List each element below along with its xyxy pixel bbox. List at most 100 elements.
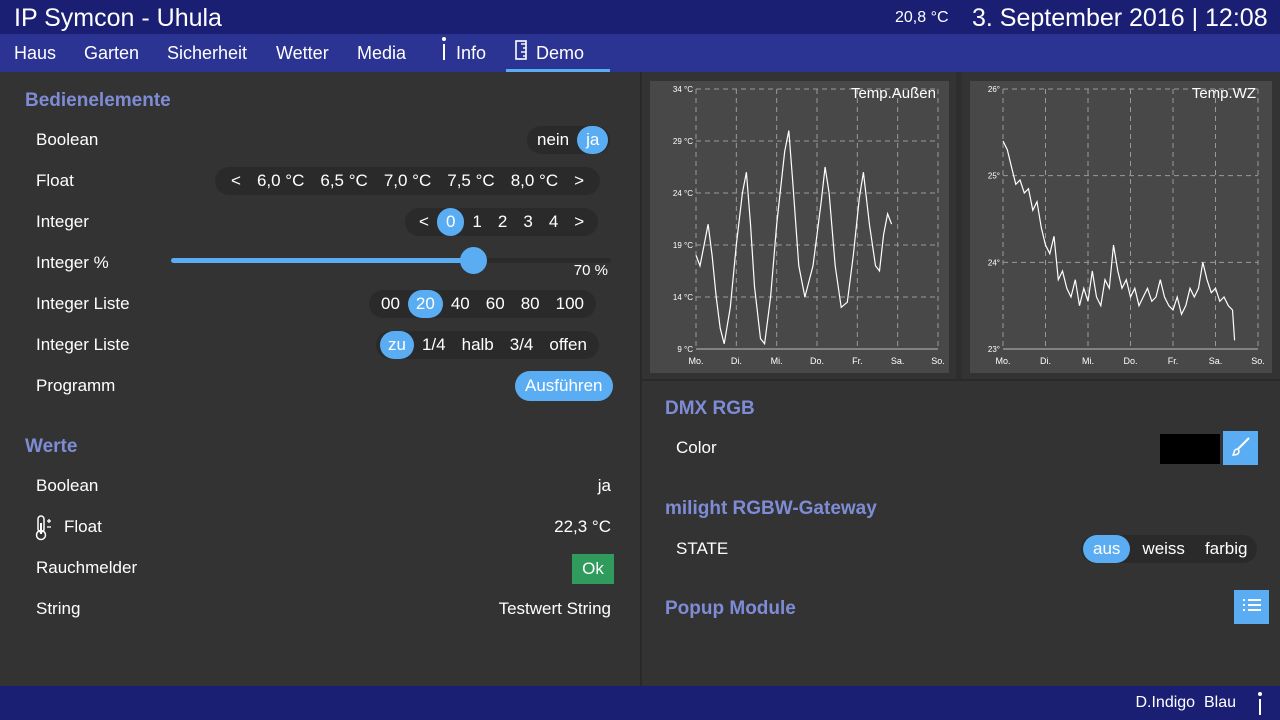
x-tick-label: Mi. (1082, 356, 1094, 366)
state-option-farbig[interactable]: farbig (1197, 535, 1256, 563)
tab-label: Media (357, 43, 407, 63)
chart-title: Temp.Außen (851, 85, 936, 102)
float-option[interactable]: 7,5 °C (439, 167, 502, 195)
tab-label: Info (456, 43, 487, 63)
footer-bar: D.Indigo Blau (0, 686, 1280, 720)
thermometer-icon (34, 515, 52, 546)
integer-liste-2-option[interactable]: 1/4 (414, 331, 454, 359)
x-tick-label: Mo. (995, 356, 1010, 366)
bedienelemente-heading: Bedienelemente (25, 90, 171, 111)
tab-demo[interactable]: Demo (506, 34, 610, 72)
x-tick-label: So. (1251, 356, 1265, 366)
slider-fill (171, 258, 474, 263)
float-prev-button[interactable]: < (223, 167, 249, 195)
integer-prev-button[interactable]: < (411, 208, 437, 236)
tab-media[interactable]: Media (349, 34, 414, 72)
dmx-color-label: Color (676, 438, 717, 457)
boolean-option-nein[interactable]: nein (529, 126, 577, 154)
chart-separator (956, 72, 962, 380)
ausfuehren-button[interactable]: Ausführen (515, 371, 613, 401)
integer-next-button[interactable]: > (566, 208, 592, 236)
tab-garten[interactable]: Garten (76, 34, 147, 72)
temp-aussen-chart-svg: 9 °C 14 °C 19 °C 24 °C 29 °C 34 °C Mo. Di. Mi. Do… (673, 85, 945, 366)
integer-pct-label: Integer % (36, 253, 109, 272)
x-tick-label: Sa. (1209, 356, 1223, 366)
x-tick-label: Sa. (891, 356, 905, 366)
y-tick-label: 9 °C (677, 345, 693, 354)
boolean-label: Boolean (36, 130, 99, 149)
boolean-toggle: nein ja (527, 126, 611, 154)
y-tick-label: 23° (988, 345, 1000, 354)
info-icon[interactable] (1256, 691, 1264, 720)
integer-pct-value: 70 % (573, 262, 608, 279)
programm-label: Programm (36, 376, 116, 395)
float-option[interactable]: 7,0 °C (376, 167, 439, 195)
footer-theme-name: Blau (1203, 694, 1236, 711)
series-line (1002, 140, 1236, 341)
info-icon (440, 35, 448, 73)
integer-liste-option[interactable]: 40 (443, 290, 478, 318)
tab-haus[interactable]: Haus (6, 34, 64, 72)
float-option[interactable]: 6,0 °C (249, 167, 312, 195)
y-tick-label: 24° (988, 258, 1000, 267)
integer-liste-2-option[interactable]: offen (541, 331, 595, 359)
temp-wz-chart-svg: 23° 24° 25° 26° Mo. Di. Mi. Do. Fr. Sa. So. Temp.WZ (988, 85, 1265, 366)
integer-option[interactable]: 0 (436, 208, 465, 236)
integer-liste-2-option[interactable]: 3/4 (502, 331, 542, 359)
chart-temp-aussen[interactable]: 9 °C 14 °C 19 °C 24 °C 29 °C 34 °C Mo. Di. Mi. Do… (650, 81, 949, 373)
state-selector: aus weiss farbig (1081, 535, 1258, 563)
integer-liste-2-option[interactable]: zu (380, 331, 414, 359)
werte-string-label: String (36, 599, 81, 618)
integer-selector: < 0 1 2 3 4 > (405, 208, 599, 236)
tab-label: Garten (84, 43, 140, 63)
title-bar: IP Symcon - Uhula 20,8 °C 3. September 2… (0, 0, 1280, 34)
integer-option[interactable]: 3 (515, 208, 540, 236)
footer-theme[interactable]: D.Indigo Blau (1135, 694, 1236, 712)
integer-pct-slider[interactable] (171, 247, 611, 274)
float-selector: < 6,0 °C 6,5 °C 7,0 °C 7,5 °C 8,0 °C > (215, 167, 601, 195)
state-label: STATE (676, 539, 729, 558)
x-tick-label: Fr. (1168, 356, 1179, 366)
integer-liste-2-option[interactable]: halb (454, 331, 502, 359)
integer-liste-option[interactable]: 100 (548, 290, 592, 318)
integer-liste-option[interactable]: 20 (407, 290, 443, 318)
integer-option[interactable]: 1 (464, 208, 489, 236)
werte-heading: Werte (25, 436, 78, 457)
float-next-button[interactable]: > (566, 167, 592, 195)
milight-heading: milight RGBW-Gateway (665, 498, 877, 519)
slider-handle[interactable] (460, 247, 488, 274)
color-picker-button[interactable] (1223, 431, 1258, 465)
rauchmelder-status-badge: Ok (572, 554, 614, 584)
date-time: 3. September 2016 | 12:08 (972, 4, 1268, 32)
tab-info[interactable]: Info (432, 34, 494, 72)
integer-liste-option[interactable]: 60 (478, 290, 513, 318)
integer-liste-2-selector: zu 1/4 halb 3/4 offen (376, 331, 599, 359)
right-panel: 9 °C 14 °C 19 °C 24 °C 29 °C 34 °C Mo. Di. Mi. Do… (642, 72, 1280, 686)
tab-sicherheit[interactable]: Sicherheit (159, 34, 255, 72)
boolean-option-ja[interactable]: ja (577, 126, 609, 154)
werte-boolean-value: ja (597, 476, 611, 495)
state-option-aus[interactable]: aus (1083, 535, 1131, 563)
integer-liste-option[interactable]: 00 (373, 290, 408, 318)
integer-option[interactable]: 2 (490, 208, 515, 236)
popup-list-button[interactable] (1234, 590, 1269, 624)
app-title: IP Symcon - Uhula (14, 4, 222, 32)
color-swatch[interactable] (1160, 434, 1220, 464)
popup-heading: Popup Module (665, 598, 796, 619)
x-tick-label: Di. (1040, 356, 1051, 366)
float-option[interactable]: 8,0 °C (503, 167, 566, 195)
tab-wetter[interactable]: Wetter (268, 34, 337, 72)
integer-option[interactable]: 4 (541, 208, 566, 236)
integer-label: Integer (36, 212, 89, 231)
dmx-heading: DMX RGB (665, 398, 755, 419)
x-tick-label: Do. (810, 356, 824, 366)
y-tick-label: 34 °C (673, 85, 693, 94)
integer-liste-option[interactable]: 80 (513, 290, 548, 318)
y-tick-label: 14 °C (673, 293, 693, 302)
chart-temp-wz[interactable]: 23° 24° 25° 26° Mo. Di. Mi. Do. Fr. Sa. So. Temp.WZ (970, 81, 1272, 373)
integer-liste-label: Integer Liste (36, 294, 130, 313)
left-panel: Bedienelemente Boolean nein ja Float < 6… (0, 72, 640, 686)
tab-label: Sicherheit (167, 43, 248, 63)
float-option[interactable]: 6,5 °C (312, 167, 375, 195)
state-option-weiss[interactable]: weiss (1130, 535, 1197, 563)
